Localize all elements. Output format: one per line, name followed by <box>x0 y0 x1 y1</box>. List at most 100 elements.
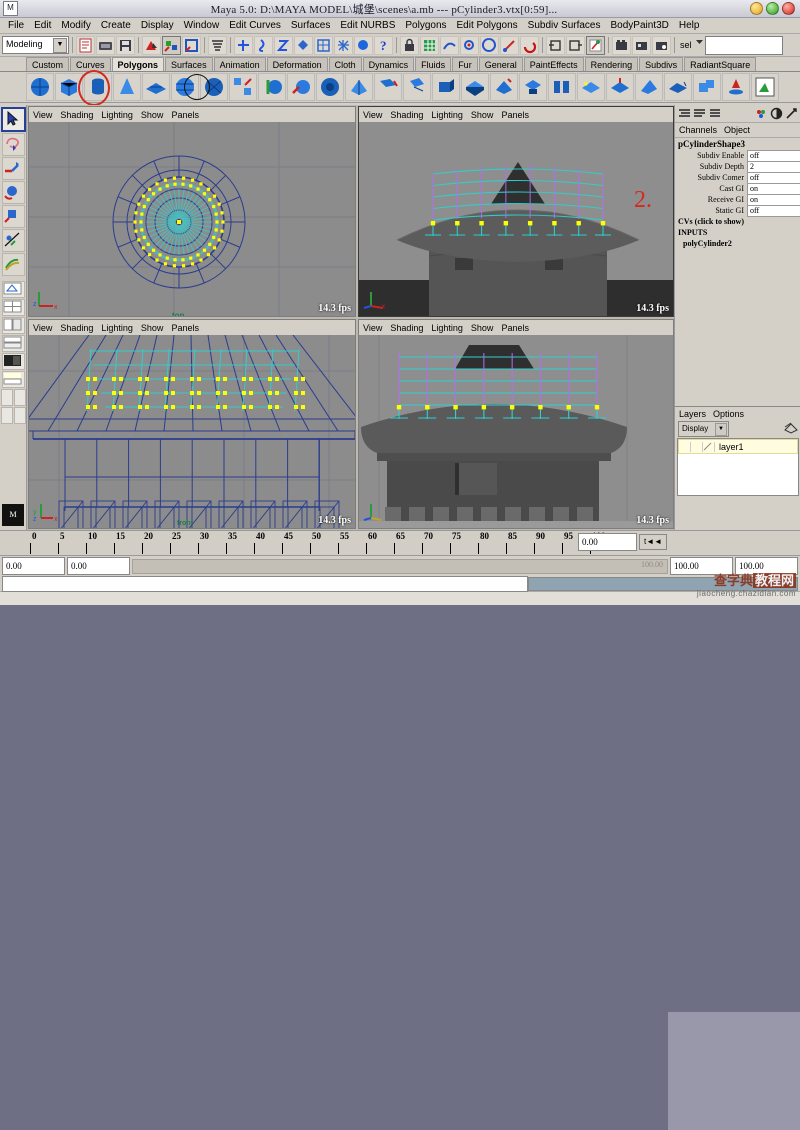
menu-show[interactable]: Show <box>471 110 494 120</box>
open-scene-icon[interactable] <box>96 36 115 55</box>
menu-create[interactable]: Create <box>96 18 136 33</box>
layer-type-toggle[interactable] <box>703 442 715 452</box>
render-current-frame-icon[interactable] <box>612 36 631 55</box>
poly-mask-icon[interactable] <box>294 36 313 55</box>
shelf-icon-18[interactable] <box>548 73 576 101</box>
selection-input[interactable] <box>705 36 783 55</box>
menu-window[interactable]: Window <box>179 18 225 33</box>
menu-shading[interactable]: Shading <box>60 110 93 120</box>
move-tool[interactable] <box>2 157 25 180</box>
select-tool[interactable] <box>1 107 26 132</box>
menu-show[interactable]: Show <box>141 323 164 333</box>
close-button[interactable] <box>782 2 795 15</box>
shelf-tab-subdivs[interactable]: Subdivs <box>639 57 683 71</box>
shelf-tab-painteffects[interactable]: PaintEffects <box>524 57 584 71</box>
shelf-icon-9[interactable] <box>287 73 315 101</box>
parm-mask-icon[interactable] <box>274 36 293 55</box>
menu-panels[interactable]: Panels <box>171 323 199 333</box>
shelf-tab-dynamics[interactable]: Dynamics <box>363 57 415 71</box>
ipr-render-icon[interactable] <box>632 36 651 55</box>
point-mask-icon[interactable] <box>254 36 273 55</box>
range-slider[interactable]: 100.00 <box>132 559 668 574</box>
shelf-icon-8[interactable] <box>258 73 286 101</box>
shelf-tab-rendering[interactable]: Rendering <box>585 57 639 71</box>
shelf-icon-2[interactable] <box>84 73 112 101</box>
output-connections-icon[interactable] <box>566 36 585 55</box>
viewport-side-canvas[interactable]: 14.3 fps <box>359 335 673 528</box>
layer-name[interactable]: layer1 <box>715 442 744 452</box>
shelf-icon-23[interactable] <box>693 73 721 101</box>
chevron-down-icon[interactable]: ▼ <box>715 423 727 436</box>
viewport-top[interactable]: View Shading Lighting Show Panels <box>28 106 356 317</box>
menu-edit-polygons[interactable]: Edit Polygons <box>452 18 523 33</box>
anim-start-field[interactable] <box>67 557 130 575</box>
handle-mask-icon[interactable] <box>234 36 253 55</box>
menu-shading[interactable]: Shading <box>60 323 93 333</box>
command-input[interactable] <box>2 576 528 592</box>
channel-row[interactable]: Cast GIon <box>675 183 800 194</box>
shelf-icon-22[interactable] <box>664 73 692 101</box>
shelf-icon-11[interactable] <box>345 73 373 101</box>
lock-icon[interactable] <box>400 36 419 55</box>
layer-list[interactable]: layer1 <box>677 438 799 496</box>
snap-view-icon[interactable] <box>480 36 499 55</box>
menu-display[interactable]: Display <box>136 18 179 33</box>
layout-single-perspective[interactable] <box>2 281 25 298</box>
viewport-front[interactable]: View Shading Lighting Show Panels <box>28 319 356 529</box>
channel-box-toggle-icon[interactable] <box>770 107 783 120</box>
channelbox-body[interactable]: pCylinderShape3 Subdiv EnableoffSubdiv D… <box>675 138 800 406</box>
shelf-icon-4[interactable] <box>142 73 170 101</box>
shelf-tab-custom[interactable]: Custom <box>26 57 69 71</box>
layout-preset-c[interactable] <box>1 407 13 424</box>
maximize-button[interactable] <box>766 2 779 15</box>
shelf-icon-0[interactable] <box>26 73 54 101</box>
rotate-tool[interactable] <box>2 181 25 204</box>
component-mask-icon[interactable] <box>208 36 227 55</box>
shelf-tab-radiantsquare[interactable]: RadiantSquare <box>684 57 756 71</box>
range-start-field[interactable] <box>2 557 65 575</box>
channel-row[interactable]: Subdiv Comeroff <box>675 172 800 183</box>
shelf-icon-7[interactable] <box>229 73 257 101</box>
shelf-icon-21[interactable] <box>635 73 663 101</box>
minimize-button[interactable] <box>750 2 763 15</box>
channel-value[interactable]: off <box>747 205 800 217</box>
shelf-icon-1[interactable] <box>55 73 83 101</box>
menu-file[interactable]: File <box>3 18 29 33</box>
rewind-button[interactable]: t◄◄ <box>639 534 667 550</box>
tool-settings-toggle-icon[interactable] <box>785 107 798 120</box>
shelf-icon-14[interactable] <box>432 73 460 101</box>
attribute-editor-icon[interactable] <box>586 36 605 55</box>
save-scene-icon[interactable] <box>116 36 135 55</box>
shelf-icon-24[interactable] <box>722 73 750 101</box>
layout-outliner-graph-persp[interactable] <box>2 371 25 388</box>
menu-modify[interactable]: Modify <box>56 18 95 33</box>
layers-tab[interactable]: Layers <box>679 409 706 419</box>
show-manipulator-tool[interactable] <box>2 229 25 252</box>
selection-mode-chevron-icon[interactable] <box>695 37 704 54</box>
channelbox-tab-channels[interactable]: Channels <box>679 125 717 135</box>
layout-hypershade-persp[interactable] <box>2 353 25 370</box>
menu-bodypaint3d[interactable]: BodyPaint3D <box>606 18 674 33</box>
menu-edit-curves[interactable]: Edit Curves <box>224 18 286 33</box>
render-globals-icon[interactable] <box>652 36 671 55</box>
current-frame-field[interactable] <box>578 533 637 551</box>
menu-edit-nurbs[interactable]: Edit NURBS <box>335 18 400 33</box>
shelf-icon-15[interactable] <box>461 73 489 101</box>
new-layer-icon[interactable] <box>784 422 798 437</box>
menu-view[interactable]: View <box>363 323 382 333</box>
scale-tool[interactable] <box>2 205 25 228</box>
shelf-icon-6[interactable] <box>200 73 228 101</box>
new-scene-icon[interactable] <box>76 36 95 55</box>
menu-panels[interactable]: Panels <box>171 110 199 120</box>
menu-help[interactable]: Help <box>674 18 705 33</box>
channelbox-tab-object[interactable]: Object <box>724 125 750 135</box>
snap-curve-icon[interactable] <box>440 36 459 55</box>
viewport-persp[interactable]: View Shading Lighting Show Panels <box>358 106 674 317</box>
menu-panels[interactable]: Panels <box>501 110 529 120</box>
channel-row[interactable]: Subdiv Enableoff <box>675 150 800 161</box>
menu-lighting[interactable]: Lighting <box>101 110 133 120</box>
viewport-side-shaded[interactable]: View Shading Lighting Show Panels <box>358 319 674 529</box>
channelbox-cvs-label[interactable]: CVs (click to show) <box>675 216 800 227</box>
menu-shading[interactable]: Shading <box>390 323 423 333</box>
shelf-icon-20[interactable] <box>606 73 634 101</box>
